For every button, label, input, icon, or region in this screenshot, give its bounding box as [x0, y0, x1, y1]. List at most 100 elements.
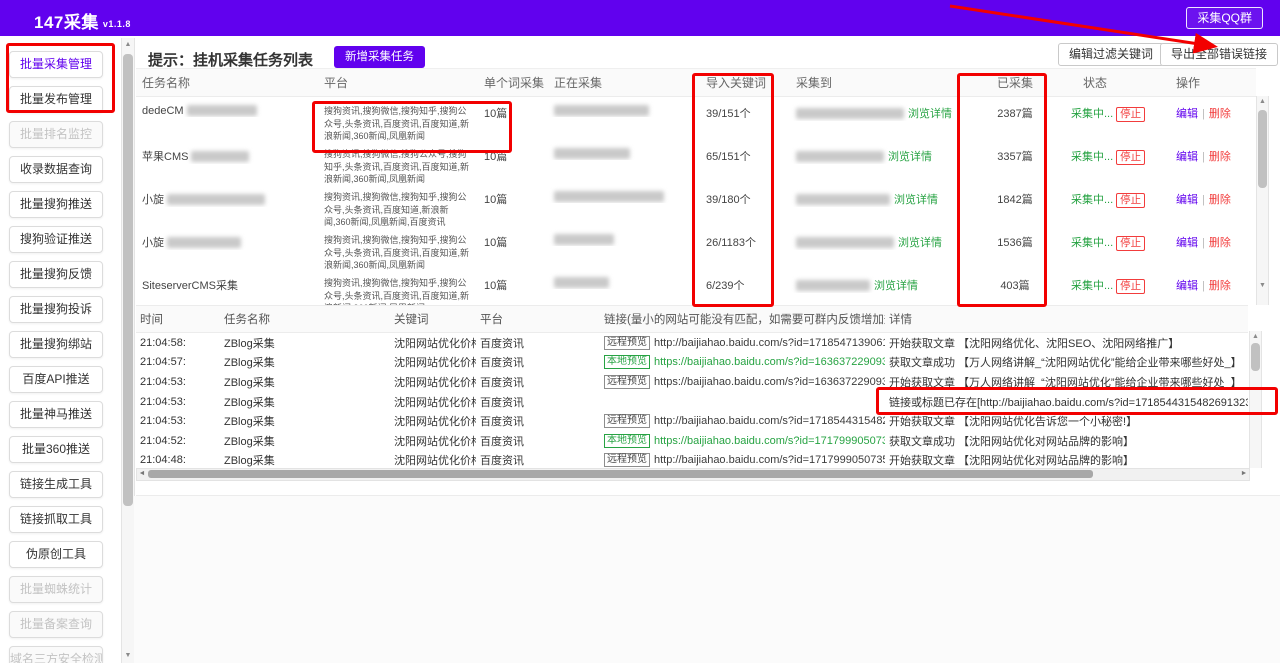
redacted-running — [554, 191, 664, 202]
task-name-cell: 苹果CMS — [136, 140, 318, 164]
scroll-left-icon[interactable]: ◄ — [137, 469, 147, 479]
scroll-down-icon[interactable]: ▼ — [122, 651, 134, 661]
status-running-text: 采集中... — [1071, 194, 1113, 206]
new-task-button[interactable]: 新增采集任务 — [334, 46, 425, 68]
operations-cell: 编辑|删除 — [1170, 97, 1256, 121]
article-url-link[interactable]: http://baijiahao.baidu.com/s?id=17185443… — [654, 415, 885, 427]
platform-cell: 搜狗资讯,搜狗微信,搜狗知乎,搜狗公众号,头条资讯,百度知道,新浪新闻,360新… — [318, 183, 478, 229]
sidebar-item[interactable]: 百度API推送 — [9, 366, 103, 393]
collect-target-cell: 浏览详情 — [790, 269, 965, 293]
sidebar-item[interactable]: 批量神马推送 — [9, 401, 103, 428]
edit-button[interactable]: 编辑 — [1176, 237, 1198, 249]
log-time-cell: 21:04:57: — [136, 356, 220, 368]
task-table-scrollbar[interactable]: ▲ ▼ — [1256, 96, 1269, 305]
edit-filter-keywords-button[interactable]: 编辑过滤关键词 — [1058, 43, 1164, 66]
stop-button[interactable]: 停止 — [1116, 150, 1145, 165]
sidebar-item[interactable]: 链接生成工具 — [9, 471, 103, 498]
sidebar-item[interactable]: 链接抓取工具 — [9, 506, 103, 533]
task-table-header-row: 任务名称平台单个词采集正在采集导入关键词采集到已采集状态操作 — [136, 68, 1256, 97]
edit-button[interactable]: 编辑 — [1176, 108, 1198, 120]
sidebar-item[interactable]: 批量搜狗反馈 — [9, 261, 103, 288]
stop-button[interactable]: 停止 — [1116, 236, 1145, 251]
task-table-body: dedeCM搜狗资讯,搜狗微信,搜狗知乎,搜狗公众号,头条资讯,百度资讯,百度知… — [136, 97, 1256, 305]
operations-cell: 编辑|删除 — [1170, 226, 1256, 250]
local-preview-badge[interactable]: 本地预览 — [604, 355, 650, 369]
scroll-up-icon[interactable]: ▲ — [1257, 97, 1268, 107]
article-url-link[interactable]: https://baijiahao.baidu.com/s?id=1636372… — [654, 376, 885, 388]
scroll-down-icon[interactable]: ▼ — [1257, 281, 1268, 291]
platform-cell: 搜狗资讯,搜狗微信,搜狗公众号,搜狗知乎,头条资讯,百度资讯,百度知道,新浪新闻… — [318, 140, 478, 186]
collected-count-cell: 1842篇 — [965, 183, 1065, 207]
delete-button[interactable]: 删除 — [1209, 151, 1231, 163]
article-url-link[interactable]: http://baijiahao.baidu.com/s?id=17179990… — [654, 454, 885, 466]
task-name-cell: dedeCM — [136, 97, 318, 117]
sidebar-item[interactable]: 批量发布管理 — [9, 86, 103, 113]
edit-button[interactable]: 编辑 — [1176, 194, 1198, 206]
running-cell — [548, 269, 700, 289]
log-keyword-cell: 沈阳网站优化价格 — [390, 433, 476, 449]
collected-count-cell: 1536篇 — [965, 226, 1065, 250]
op-separator: | — [1202, 194, 1205, 206]
browse-detail-link[interactable]: 浏览详情 — [908, 108, 952, 120]
collect-target-cell: 浏览详情 — [790, 97, 965, 121]
log-keyword-cell: 沈阳网站优化价格 — [390, 394, 476, 410]
sidebar-item[interactable]: 批量搜狗绑站 — [9, 331, 103, 358]
task-table-scrollbar-thumb[interactable] — [1258, 110, 1267, 188]
per-word-cell: 10篇 — [478, 140, 548, 164]
sidebar-scrollbar[interactable]: ▲ ▼ — [121, 38, 135, 663]
qq-group-button[interactable]: 采集QQ群 — [1186, 7, 1263, 29]
collect-target-cell: 浏览详情 — [790, 140, 965, 164]
remote-preview-badge[interactable]: 远程预览 — [604, 375, 650, 389]
status-cell: 采集中...停止 — [1065, 269, 1170, 294]
edit-button[interactable]: 编辑 — [1176, 280, 1198, 292]
remote-preview-badge[interactable]: 远程预览 — [604, 414, 650, 428]
sidebar-scrollbar-thumb[interactable] — [123, 54, 133, 506]
article-url-link[interactable]: http://baijiahao.baidu.com/s?id=17185471… — [654, 337, 885, 349]
article-url-link[interactable]: https://baijiahao.baidu.com/s?id=1636372… — [654, 356, 885, 368]
edit-button[interactable]: 编辑 — [1176, 151, 1198, 163]
remote-preview-badge[interactable]: 远程预览 — [604, 336, 650, 350]
log-time-cell: 21:04:58: — [136, 337, 220, 349]
stop-button[interactable]: 停止 — [1116, 193, 1145, 208]
local-preview-badge[interactable]: 本地预览 — [604, 434, 650, 448]
log-detail-cell: 开始获取文章 【万人网络讲解_“沈阳网站优化”能给企业带来哪些好处_】 — [885, 374, 1248, 390]
log-table-scrollbar[interactable]: ▲ — [1249, 331, 1262, 468]
sidebar-item[interactable]: 搜狗验证推送 — [9, 226, 103, 253]
redacted-site — [796, 151, 884, 162]
article-url-link[interactable]: https://baijiahao.baidu.com/s?id=1717999… — [654, 435, 885, 447]
log-table-horizontal-scrollbar[interactable]: ◄ ► — [136, 468, 1250, 481]
operations-cell: 编辑|删除 — [1170, 269, 1256, 293]
log-time-cell: 21:04:52: — [136, 435, 220, 447]
remote-preview-badge[interactable]: 远程预览 — [604, 453, 650, 467]
scroll-up-icon[interactable]: ▲ — [1250, 332, 1261, 342]
redacted-site — [796, 194, 890, 205]
app-title-text: 147采集 — [34, 13, 99, 32]
browse-detail-link[interactable]: 浏览详情 — [894, 194, 938, 206]
sidebar-item[interactable]: 批量搜狗推送 — [9, 191, 103, 218]
stop-button[interactable]: 停止 — [1116, 279, 1145, 294]
horizontal-scrollbar-thumb[interactable] — [148, 470, 1093, 478]
export-error-links-button[interactable]: 导出全部错误链接 — [1160, 43, 1278, 66]
collected-count-cell: 3357篇 — [965, 140, 1065, 164]
scroll-up-icon[interactable]: ▲ — [122, 40, 134, 50]
log-platform-cell: 百度资讯 — [476, 394, 600, 410]
delete-button[interactable]: 删除 — [1209, 280, 1231, 292]
browse-detail-link[interactable]: 浏览详情 — [898, 237, 942, 249]
scroll-right-icon[interactable]: ► — [1239, 469, 1249, 479]
redacted-site — [796, 237, 894, 248]
sidebar-item[interactable]: 批量采集管理 — [9, 51, 103, 78]
log-table-scrollbar-thumb[interactable] — [1251, 343, 1260, 371]
sidebar-item[interactable]: 收录数据查询 — [9, 156, 103, 183]
log-task-cell: ZBlog采集 — [220, 452, 390, 468]
task-column-header: 采集到 — [790, 74, 965, 91]
delete-button[interactable]: 删除 — [1209, 237, 1231, 249]
sidebar-item[interactable]: 批量搜狗投诉 — [9, 296, 103, 323]
collected-count-cell: 2387篇 — [965, 97, 1065, 121]
browse-detail-link[interactable]: 浏览详情 — [874, 280, 918, 292]
sidebar-item[interactable]: 伪原创工具 — [9, 541, 103, 568]
stop-button[interactable]: 停止 — [1116, 107, 1145, 122]
delete-button[interactable]: 删除 — [1209, 194, 1231, 206]
sidebar-item[interactable]: 批量360推送 — [9, 436, 103, 463]
delete-button[interactable]: 删除 — [1209, 108, 1231, 120]
browse-detail-link[interactable]: 浏览详情 — [888, 151, 932, 163]
